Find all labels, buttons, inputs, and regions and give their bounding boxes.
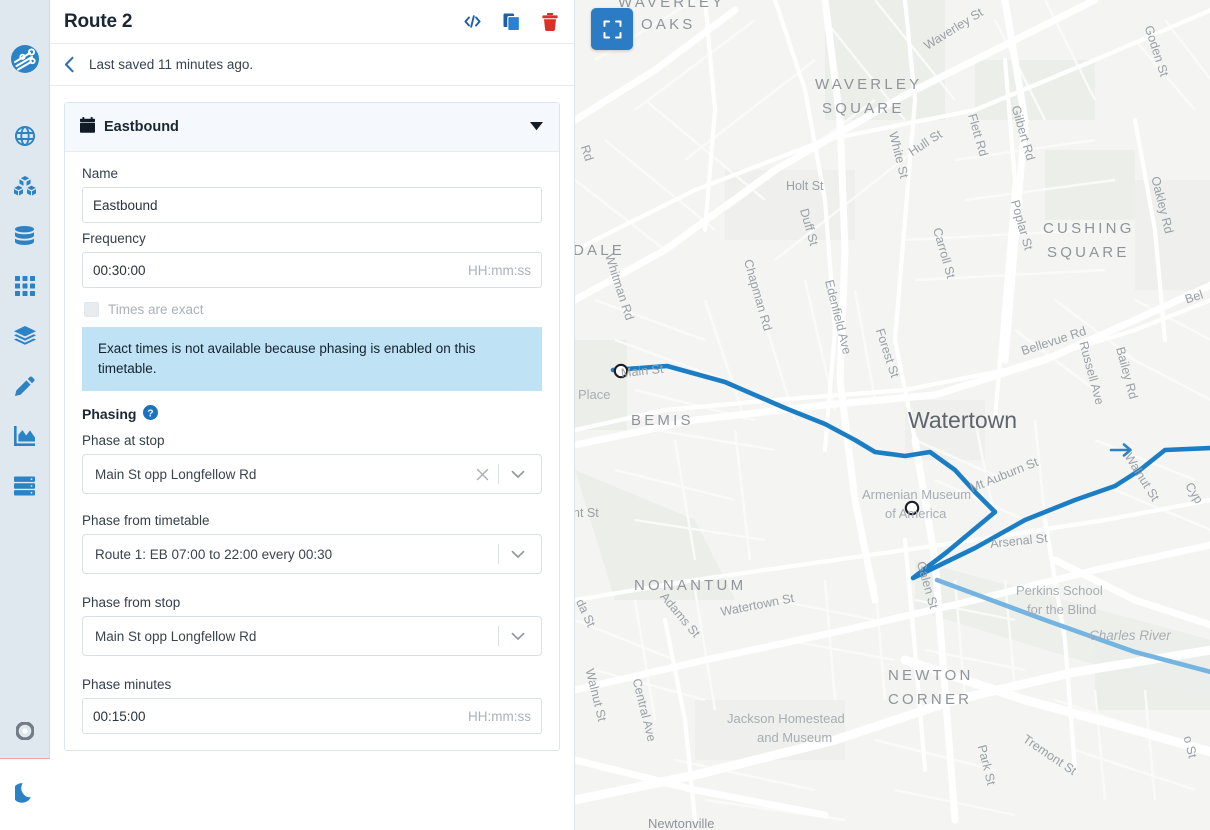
chevron-down-icon[interactable] [499,470,533,479]
sidebar-item-globe[interactable] [0,113,50,163]
app-logo[interactable] [10,44,40,79]
chevron-down-icon[interactable] [499,632,533,641]
phase-from-stop-label: Phase from stop [82,595,181,611]
moon-icon [12,781,34,808]
phase-from-timetable-label: Phase from timetable [82,513,210,529]
sidebar-item-grid[interactable] [0,263,50,313]
phase-minutes-label: Phase minutes [82,677,172,693]
name-input-value: Eastbound [93,197,158,213]
map-fullscreen-button[interactable] [591,8,633,50]
database-icon [15,225,34,251]
phasing-section-title: Phasing ? [82,405,542,423]
rail-bottom-group [0,708,50,830]
sidebar-item-server[interactable] [0,463,50,513]
question-circle-icon[interactable]: ? [143,405,159,423]
timetable-card-body: Name Eastbound Frequency 00:30:00 HH:mm:… [65,152,559,750]
name-label: Name [82,166,119,181]
route-editor-panel: Route 2 Last saved 11 minutes ago. Eastb… [50,0,575,830]
phase-at-stop-tools [467,464,533,485]
clear-icon[interactable] [467,468,498,481]
phase-minutes-format-hint: HH:mm:ss [468,708,531,724]
phase-at-stop-value: Main St opp Longfellow Rd [95,466,257,482]
server-icon [14,476,35,501]
phasing-title-text: Phasing [82,406,137,423]
phase-at-stop-label: Phase at stop [82,433,165,449]
frequency-input[interactable]: 00:30:00 HH:mm:ss [82,252,542,288]
pencil-icon [14,375,35,401]
times-are-exact-label: Times are exact [108,302,204,317]
name-input[interactable]: Eastbound [82,187,542,223]
globe-icon [14,125,35,151]
phase-at-stop-select[interactable]: Main St opp Longfellow Rd [82,454,542,495]
phase-from-stop-tools [498,626,533,647]
sidebar-item-dark-mode[interactable] [0,758,50,830]
map-canvas [575,0,1210,830]
sidebar-item-layers[interactable] [0,313,50,363]
map-view[interactable]: WAVERLEY OAKS WAVERLEY SQUARE CUSHING SQ… [575,0,1210,830]
phase-from-timetable-value: Route 1: EB 07:00 to 22:00 every 00:30 [95,546,333,562]
phase-minutes-input[interactable]: 00:15:00 HH:mm:ss [82,698,542,735]
panel-scroll-area[interactable]: Eastbound Name Eastbound Frequency 00:30… [50,86,574,830]
sidebar-item-record[interactable] [0,708,50,758]
frequency-input-value: 00:30:00 [93,262,146,278]
timetable-card-title: Eastbound [104,119,179,135]
route-start-marker[interactable] [613,363,629,379]
frequency-format-hint: HH:mm:ss [468,262,531,278]
calendar-icon [80,116,95,138]
svg-text:?: ? [148,408,154,420]
layers-icon [13,325,36,351]
timetable-card: Eastbound Name Eastbound Frequency 00:30… [64,102,560,752]
panel-subbar: Last saved 11 minutes ago. [50,44,574,86]
panel-header-actions [464,12,558,31]
page-title: Route 2 [64,10,133,32]
back-button[interactable] [64,56,75,73]
sidebar-item-chart[interactable] [0,413,50,463]
phase-from-stop-value: Main St opp Longfellow Rd [95,628,257,644]
duplicate-button[interactable] [503,13,520,31]
times-are-exact-checkbox[interactable] [84,302,99,317]
phasing-alert: Exact times is not available because pha… [82,327,542,392]
panel-header: Route 2 [50,0,574,44]
fullscreen-icon [603,20,622,39]
timetable-card-header[interactable]: Eastbound [65,103,559,152]
record-icon [14,720,35,745]
sidebar-item-pencil[interactable] [0,363,50,413]
frequency-label: Frequency [82,231,146,246]
caret-down-icon[interactable] [530,118,543,136]
grid-icon [14,275,35,301]
boxes-icon [13,175,36,201]
phase-from-timetable-select[interactable]: Route 1: EB 07:00 to 22:00 every 00:30 [82,534,542,575]
phase-minutes-value: 00:15:00 [93,708,146,724]
delete-button[interactable] [542,12,558,31]
phase-from-timetable-tools [498,544,533,565]
times-are-exact-row[interactable]: Times are exact [84,302,542,317]
phase-from-stop-select[interactable]: Main St opp Longfellow Rd [82,616,542,657]
code-button[interactable] [464,14,481,29]
route-waypoint-marker[interactable] [904,500,920,516]
chevron-down-icon[interactable] [499,550,533,559]
last-saved-text: Last saved 11 minutes ago. [89,57,254,72]
chart-icon [14,425,35,451]
icon-rail [0,0,50,830]
route-direction-arrow [1109,441,1135,459]
app-root: Route 2 Last saved 11 minutes ago. Eastb… [0,0,1210,830]
sidebar-item-boxes[interactable] [0,163,50,213]
sidebar-item-database[interactable] [0,213,50,263]
